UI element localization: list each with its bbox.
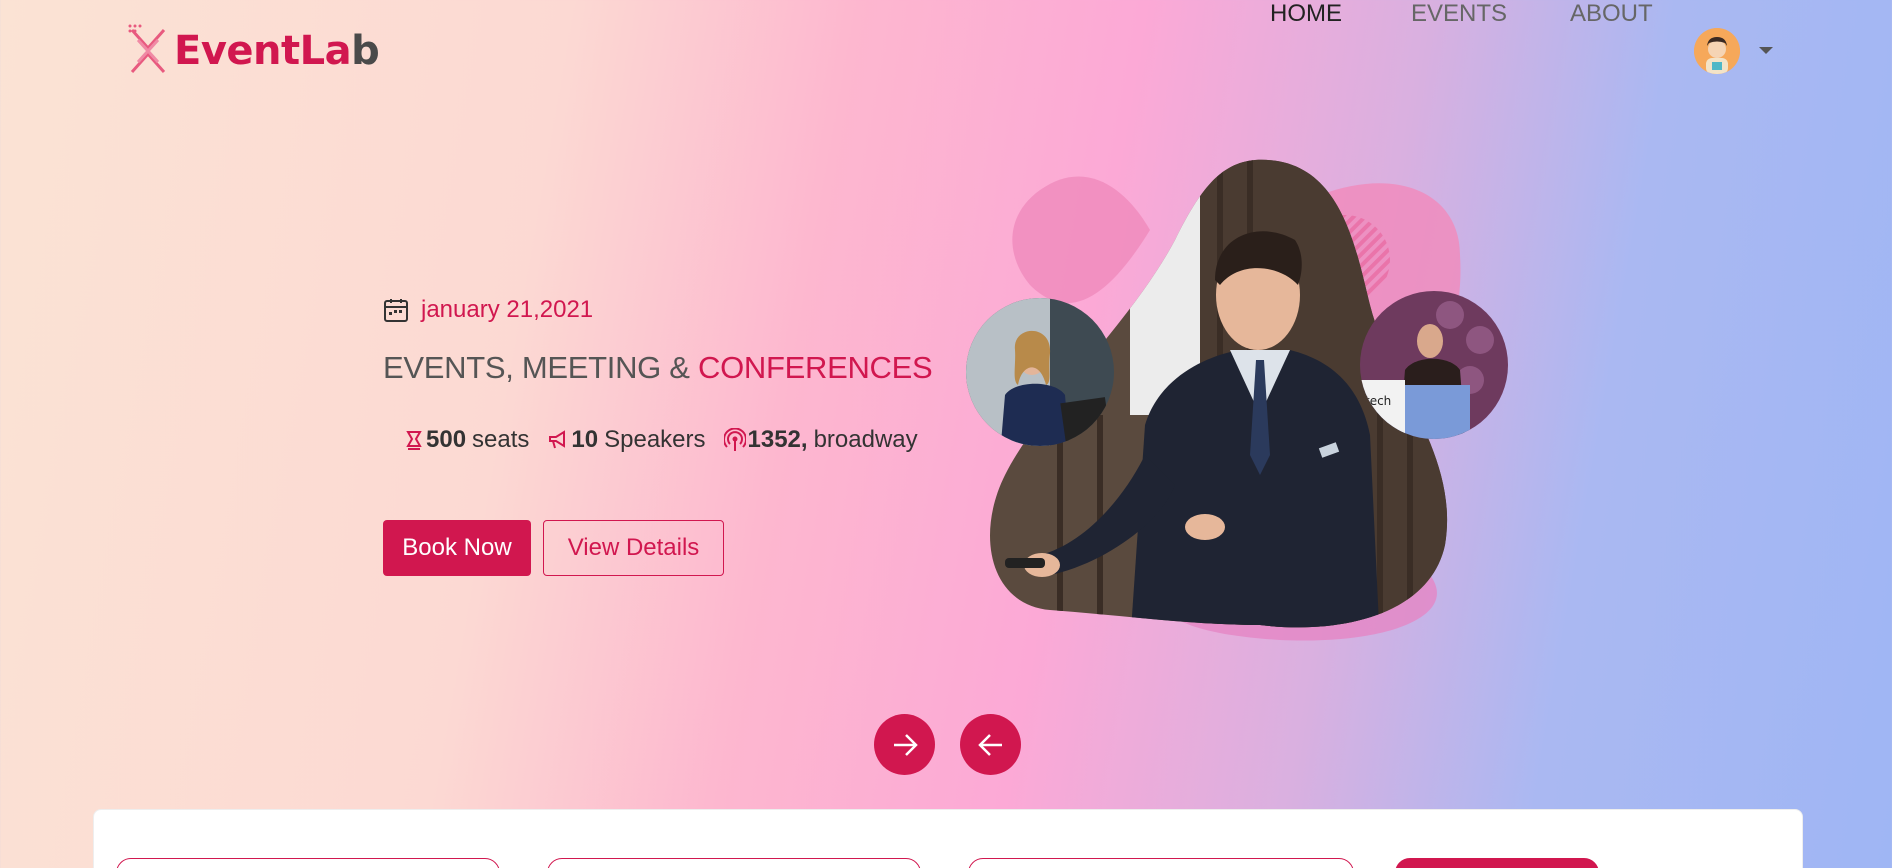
search-button[interactable] <box>1395 858 1599 868</box>
seat-icon <box>406 431 422 450</box>
megaphone-icon <box>549 430 566 449</box>
hero-headline: EVENTS, MEETING & CONFERENCES <box>383 350 933 386</box>
stat-speakers-label: Speakers <box>604 426 706 453</box>
stat-seats: 500 seats <box>404 426 529 454</box>
arrow-left-icon <box>977 733 1002 756</box>
filter-field-3[interactable] <box>968 858 1354 868</box>
user-menu-caret-icon[interactable] <box>1759 47 1773 54</box>
stat-location: 1352, broadway <box>723 426 918 454</box>
book-now-button[interactable]: Book Now <box>383 520 531 576</box>
brand-logo[interactable]: EventLab <box>126 22 380 80</box>
hero-blob-back-left <box>1012 176 1150 304</box>
nav-about[interactable]: ABOUT <box>1570 0 1653 28</box>
brand-name: EventLab <box>174 28 380 74</box>
brand-name-part3: b <box>351 28 380 74</box>
view-details-button[interactable]: View Details <box>543 520 724 576</box>
brand-name-part2: La <box>299 28 352 74</box>
event-stats: 500 seats 10 Speakers 1352, broadway <box>404 426 936 454</box>
brand-name-l: La <box>299 28 352 74</box>
event-date-text: january 21,2021 <box>421 296 594 323</box>
arrow-right-icon <box>893 733 918 756</box>
filter-field-2[interactable] <box>547 858 921 868</box>
event-date: january 21,2021 <box>383 296 593 324</box>
avatar-icon <box>1694 28 1740 74</box>
stat-location-value: 1352, <box>747 426 808 453</box>
headline-main: EVENTS, MEETING & <box>383 350 698 385</box>
stat-speakers-value: 10 <box>571 426 599 453</box>
prev-slide-button[interactable] <box>960 714 1021 775</box>
filter-field-1[interactable] <box>116 858 500 868</box>
nav-events[interactable]: EVENTS <box>1411 0 1507 28</box>
nav-home[interactable]: HOME <box>1270 0 1342 28</box>
user-avatar[interactable] <box>1694 28 1740 74</box>
headline-accent: CONFERENCES <box>697 350 933 385</box>
brand-name-part1: Event <box>174 28 300 74</box>
stat-seats-label: seats <box>472 426 530 453</box>
stat-speakers: 10 Speakers <box>547 426 706 454</box>
calendar-icon <box>384 299 408 322</box>
broadcast-icon <box>723 428 746 451</box>
next-slide-button[interactable] <box>874 714 935 775</box>
stat-seats-value: 500 <box>426 426 467 453</box>
hero-image: tech <box>966 159 1508 641</box>
logo-mark-icon <box>128 24 166 73</box>
stat-location-label: broadway <box>813 426 918 453</box>
